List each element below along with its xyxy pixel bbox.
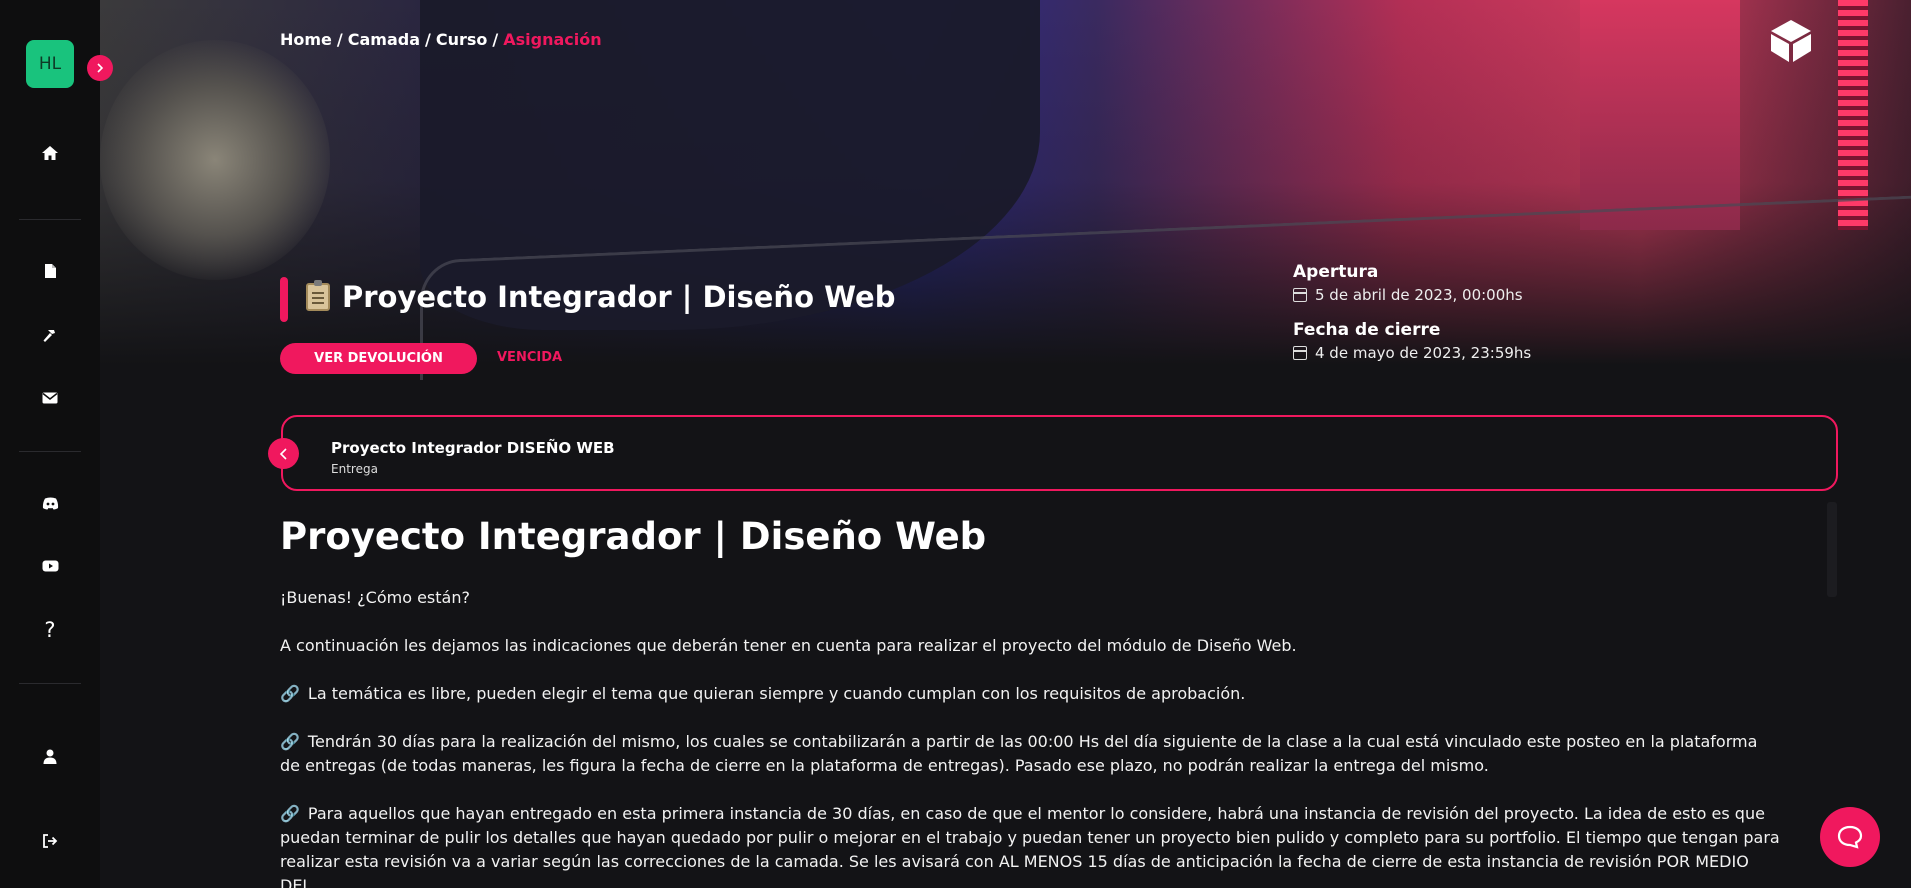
- submission-card[interactable]: Proyecto Integrador DISEÑO WEB Entrega: [268, 415, 1838, 491]
- dates-panel: Apertura 5 de abril de 2023, 00:00hs Fec…: [1293, 262, 1531, 378]
- page-title-text: Proyecto Integrador | Diseño Web: [342, 280, 896, 314]
- status-badge: VENCIDA: [497, 350, 563, 365]
- closing-date-row: 4 de mayo de 2023, 23:59hs: [1293, 344, 1531, 362]
- scrollbar[interactable]: [1827, 502, 1837, 597]
- card-title: Proyecto Integrador DISEÑO WEB: [331, 439, 615, 457]
- closing-label: Fecha de cierre: [1293, 320, 1441, 340]
- title-accent-bar: [280, 277, 288, 322]
- avatar[interactable]: HL: [26, 40, 74, 88]
- chevron-right-icon: [97, 63, 104, 73]
- card-subtitle: Entrega: [331, 462, 378, 476]
- clipboard-icon: [306, 280, 330, 311]
- content-intro: A continuación les dejamos las indicacio…: [280, 636, 1297, 655]
- card-back-button[interactable]: [268, 438, 299, 469]
- brand-logo-icon[interactable]: [1768, 18, 1814, 64]
- chat-support-button[interactable]: [1820, 807, 1880, 867]
- calendar-icon: [1293, 346, 1307, 360]
- sidebar-divider: [19, 683, 81, 684]
- user-icon[interactable]: [38, 744, 62, 768]
- help-icon[interactable]: ?: [38, 618, 62, 642]
- logout-icon[interactable]: [38, 829, 62, 853]
- opening-date: 5 de abril de 2023, 00:00hs: [1315, 286, 1523, 304]
- breadcrumb: Home / Camada / Curso / Asignación: [280, 30, 602, 49]
- opening-date-row: 5 de abril de 2023, 00:00hs: [1293, 286, 1531, 304]
- content-heading: Proyecto Integrador | Diseño Web: [280, 515, 987, 558]
- page-title: Proyecto Integrador | Diseño Web: [306, 280, 895, 314]
- chevron-left-icon: [279, 447, 287, 460]
- assignment-content: Proyecto Integrador | Diseño Web ¡Buenas…: [280, 515, 1780, 888]
- breadcrumb-separator: /: [425, 30, 431, 49]
- content-point: 🔗 La temática es libre, pueden elegir el …: [280, 682, 1780, 706]
- breadcrumb-separator: /: [336, 30, 343, 49]
- hero-background: [100, 0, 1911, 380]
- discord-icon[interactable]: [38, 491, 62, 515]
- youtube-icon[interactable]: [38, 554, 62, 578]
- expand-sidebar-button[interactable]: [87, 55, 113, 81]
- content-point: 🔗 Para aquellos que hayan entregado en es…: [280, 804, 1780, 888]
- breadcrumb-separator: /: [492, 30, 499, 49]
- hammer-icon[interactable]: [38, 324, 62, 348]
- content-greeting: ¡Buenas! ¿Cómo están?: [280, 588, 470, 607]
- calendar-icon: [1293, 288, 1307, 302]
- document-icon[interactable]: [38, 259, 62, 283]
- chat-bubble-icon: [1837, 825, 1863, 849]
- breadcrumb-home[interactable]: Home: [280, 30, 332, 49]
- opening-label: Apertura: [1293, 262, 1379, 282]
- mail-icon[interactable]: [38, 386, 62, 410]
- sidebar: HL ?: [0, 0, 100, 888]
- view-feedback-button[interactable]: VER DEVOLUCIÓN: [280, 343, 477, 374]
- link-icon: 🔗: [280, 732, 300, 751]
- link-icon: 🔗: [280, 684, 300, 703]
- link-icon: 🔗: [280, 804, 300, 823]
- home-icon[interactable]: [38, 141, 62, 165]
- breadcrumb-current: Asignación: [503, 30, 602, 49]
- breadcrumb-camada[interactable]: Camada: [348, 30, 420, 49]
- sidebar-divider: [19, 219, 81, 220]
- content-point: 🔗 Tendrán 30 días para la realización del…: [280, 732, 1758, 775]
- closing-date: 4 de mayo de 2023, 23:59hs: [1315, 344, 1532, 362]
- sidebar-divider: [19, 451, 81, 452]
- breadcrumb-curso[interactable]: Curso: [436, 30, 488, 49]
